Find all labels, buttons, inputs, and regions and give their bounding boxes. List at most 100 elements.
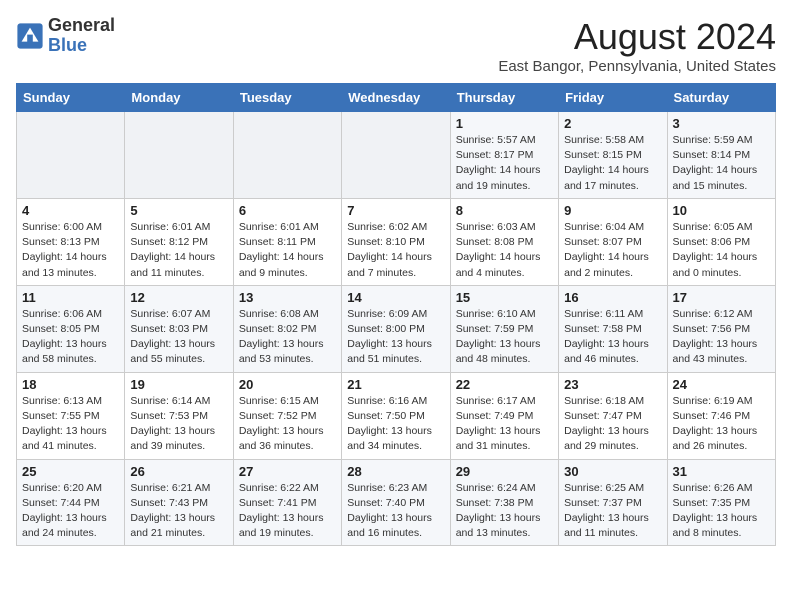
calendar-cell: 4 Sunrise: 6:00 AM Sunset: 8:13 PM Daylig… <box>17 198 125 285</box>
logo-line1: General <box>48 16 115 36</box>
day-info: Sunrise: 6:13 AM Sunset: 7:55 PM Dayligh… <box>22 394 119 455</box>
day-number: 18 <box>22 377 119 392</box>
day-info: Sunrise: 6:15 AM Sunset: 7:52 PM Dayligh… <box>239 394 336 455</box>
day-number: 25 <box>22 464 119 479</box>
day-info: Sunrise: 6:10 AM Sunset: 7:59 PM Dayligh… <box>456 307 553 368</box>
day-info: Sunrise: 6:04 AM Sunset: 8:07 PM Dayligh… <box>564 220 661 281</box>
day-number: 12 <box>130 290 227 305</box>
calendar-cell: 20 Sunrise: 6:15 AM Sunset: 7:52 PM Dayli… <box>233 372 341 459</box>
day-number: 7 <box>347 203 444 218</box>
day-info: Sunrise: 6:00 AM Sunset: 8:13 PM Dayligh… <box>22 220 119 281</box>
weekday-header-tuesday: Tuesday <box>233 84 341 112</box>
day-info: Sunrise: 6:24 AM Sunset: 7:38 PM Dayligh… <box>456 481 553 542</box>
day-number: 26 <box>130 464 227 479</box>
calendar-cell <box>17 112 125 199</box>
calendar-week-row: 1 Sunrise: 5:57 AM Sunset: 8:17 PM Daylig… <box>17 112 776 199</box>
day-number: 17 <box>673 290 770 305</box>
calendar-cell: 30 Sunrise: 6:25 AM Sunset: 7:37 PM Dayli… <box>559 459 667 546</box>
calendar-subtitle: East Bangor, Pennsylvania, United States <box>498 58 776 75</box>
day-info: Sunrise: 6:05 AM Sunset: 8:06 PM Dayligh… <box>673 220 770 281</box>
calendar-cell: 2Sunrise: 5:58 AM Sunset: 8:15 PM Daylig… <box>559 112 667 199</box>
calendar-cell: 13 Sunrise: 6:08 AM Sunset: 8:02 PM Dayli… <box>233 285 341 372</box>
calendar-cell: 6 Sunrise: 6:01 AM Sunset: 8:11 PM Daylig… <box>233 198 341 285</box>
day-info: Sunrise: 5:57 AM Sunset: 8:17 PM Dayligh… <box>456 133 553 194</box>
day-info: Sunrise: 6:03 AM Sunset: 8:08 PM Dayligh… <box>456 220 553 281</box>
calendar-cell: 12 Sunrise: 6:07 AM Sunset: 8:03 PM Dayli… <box>125 285 233 372</box>
day-number: 29 <box>456 464 553 479</box>
calendar-cell: 8 Sunrise: 6:03 AM Sunset: 8:08 PM Daylig… <box>450 198 558 285</box>
calendar-cell: 28 Sunrise: 6:23 AM Sunset: 7:40 PM Dayli… <box>342 459 450 546</box>
day-info: Sunrise: 6:11 AM Sunset: 7:58 PM Dayligh… <box>564 307 661 368</box>
calendar-week-row: 4 Sunrise: 6:00 AM Sunset: 8:13 PM Daylig… <box>17 198 776 285</box>
day-number: 4 <box>22 203 119 218</box>
day-info: Sunrise: 6:07 AM Sunset: 8:03 PM Dayligh… <box>130 307 227 368</box>
calendar-cell: 3 Sunrise: 5:59 AM Sunset: 8:14 PM Daylig… <box>667 112 775 199</box>
day-number: 21 <box>347 377 444 392</box>
page-header: General Blue August 2024 East Bangor, Pe… <box>16 16 776 75</box>
day-number: 3 <box>673 116 770 131</box>
weekday-header-thursday: Thursday <box>450 84 558 112</box>
day-info: Sunrise: 6:02 AM Sunset: 8:10 PM Dayligh… <box>347 220 444 281</box>
day-number: 22 <box>456 377 553 392</box>
day-number: 20 <box>239 377 336 392</box>
day-number: 19 <box>130 377 227 392</box>
day-number: 10 <box>673 203 770 218</box>
calendar-cell: 23Sunrise: 6:18 AM Sunset: 7:47 PM Dayli… <box>559 372 667 459</box>
calendar-cell: 14Sunrise: 6:09 AM Sunset: 8:00 PM Dayli… <box>342 285 450 372</box>
logo: General Blue <box>16 16 115 56</box>
day-info: Sunrise: 6:01 AM Sunset: 8:11 PM Dayligh… <box>239 220 336 281</box>
weekday-header-row: SundayMondayTuesdayWednesdayThursdayFrid… <box>17 84 776 112</box>
logo-line2: Blue <box>48 36 115 56</box>
day-number: 8 <box>456 203 553 218</box>
calendar-week-row: 25Sunrise: 6:20 AM Sunset: 7:44 PM Dayli… <box>17 459 776 546</box>
day-number: 15 <box>456 290 553 305</box>
title-block: August 2024 East Bangor, Pennsylvania, U… <box>498 16 776 75</box>
calendar-cell: 19 Sunrise: 6:14 AM Sunset: 7:53 PM Dayli… <box>125 372 233 459</box>
day-info: Sunrise: 6:23 AM Sunset: 7:40 PM Dayligh… <box>347 481 444 542</box>
day-number: 1 <box>456 116 553 131</box>
day-info: Sunrise: 6:22 AM Sunset: 7:41 PM Dayligh… <box>239 481 336 542</box>
calendar-title: August 2024 <box>498 16 776 58</box>
day-info: Sunrise: 6:12 AM Sunset: 7:56 PM Dayligh… <box>673 307 770 368</box>
calendar-cell: 26 Sunrise: 6:21 AM Sunset: 7:43 PM Dayli… <box>125 459 233 546</box>
calendar-week-row: 18 Sunrise: 6:13 AM Sunset: 7:55 PM Dayli… <box>17 372 776 459</box>
day-number: 30 <box>564 464 661 479</box>
day-number: 28 <box>347 464 444 479</box>
calendar-cell: 10 Sunrise: 6:05 AM Sunset: 8:06 PM Dayli… <box>667 198 775 285</box>
calendar-cell: 27 Sunrise: 6:22 AM Sunset: 7:41 PM Dayli… <box>233 459 341 546</box>
day-number: 27 <box>239 464 336 479</box>
calendar-cell: 18 Sunrise: 6:13 AM Sunset: 7:55 PM Dayli… <box>17 372 125 459</box>
logo-icon <box>16 22 44 50</box>
calendar-cell: 9Sunrise: 6:04 AM Sunset: 8:07 PM Daylig… <box>559 198 667 285</box>
day-info: Sunrise: 6:21 AM Sunset: 7:43 PM Dayligh… <box>130 481 227 542</box>
day-info: Sunrise: 6:25 AM Sunset: 7:37 PM Dayligh… <box>564 481 661 542</box>
calendar-cell: 24Sunrise: 6:19 AM Sunset: 7:46 PM Dayli… <box>667 372 775 459</box>
day-info: Sunrise: 5:58 AM Sunset: 8:15 PM Dayligh… <box>564 133 661 194</box>
weekday-header-wednesday: Wednesday <box>342 84 450 112</box>
day-number: 31 <box>673 464 770 479</box>
weekday-header-sunday: Sunday <box>17 84 125 112</box>
weekday-header-monday: Monday <box>125 84 233 112</box>
calendar-cell: 29 Sunrise: 6:24 AM Sunset: 7:38 PM Dayli… <box>450 459 558 546</box>
calendar-cell: 31Sunrise: 6:26 AM Sunset: 7:35 PM Dayli… <box>667 459 775 546</box>
day-info: Sunrise: 5:59 AM Sunset: 8:14 PM Dayligh… <box>673 133 770 194</box>
calendar-cell: 7 Sunrise: 6:02 AM Sunset: 8:10 PM Daylig… <box>342 198 450 285</box>
day-info: Sunrise: 6:01 AM Sunset: 8:12 PM Dayligh… <box>130 220 227 281</box>
day-number: 14 <box>347 290 444 305</box>
day-info: Sunrise: 6:16 AM Sunset: 7:50 PM Dayligh… <box>347 394 444 455</box>
calendar-week-row: 11Sunrise: 6:06 AM Sunset: 8:05 PM Dayli… <box>17 285 776 372</box>
calendar-cell: 21 Sunrise: 6:16 AM Sunset: 7:50 PM Dayli… <box>342 372 450 459</box>
calendar-table: SundayMondayTuesdayWednesdayThursdayFrid… <box>16 83 776 546</box>
day-number: 6 <box>239 203 336 218</box>
day-info: Sunrise: 6:14 AM Sunset: 7:53 PM Dayligh… <box>130 394 227 455</box>
day-info: Sunrise: 6:19 AM Sunset: 7:46 PM Dayligh… <box>673 394 770 455</box>
calendar-cell <box>342 112 450 199</box>
day-info: Sunrise: 6:08 AM Sunset: 8:02 PM Dayligh… <box>239 307 336 368</box>
weekday-header-saturday: Saturday <box>667 84 775 112</box>
calendar-cell: 15 Sunrise: 6:10 AM Sunset: 7:59 PM Dayli… <box>450 285 558 372</box>
calendar-cell: 1 Sunrise: 5:57 AM Sunset: 8:17 PM Daylig… <box>450 112 558 199</box>
weekday-header-friday: Friday <box>559 84 667 112</box>
calendar-cell: 22Sunrise: 6:17 AM Sunset: 7:49 PM Dayli… <box>450 372 558 459</box>
calendar-cell: 17 Sunrise: 6:12 AM Sunset: 7:56 PM Dayli… <box>667 285 775 372</box>
day-number: 13 <box>239 290 336 305</box>
